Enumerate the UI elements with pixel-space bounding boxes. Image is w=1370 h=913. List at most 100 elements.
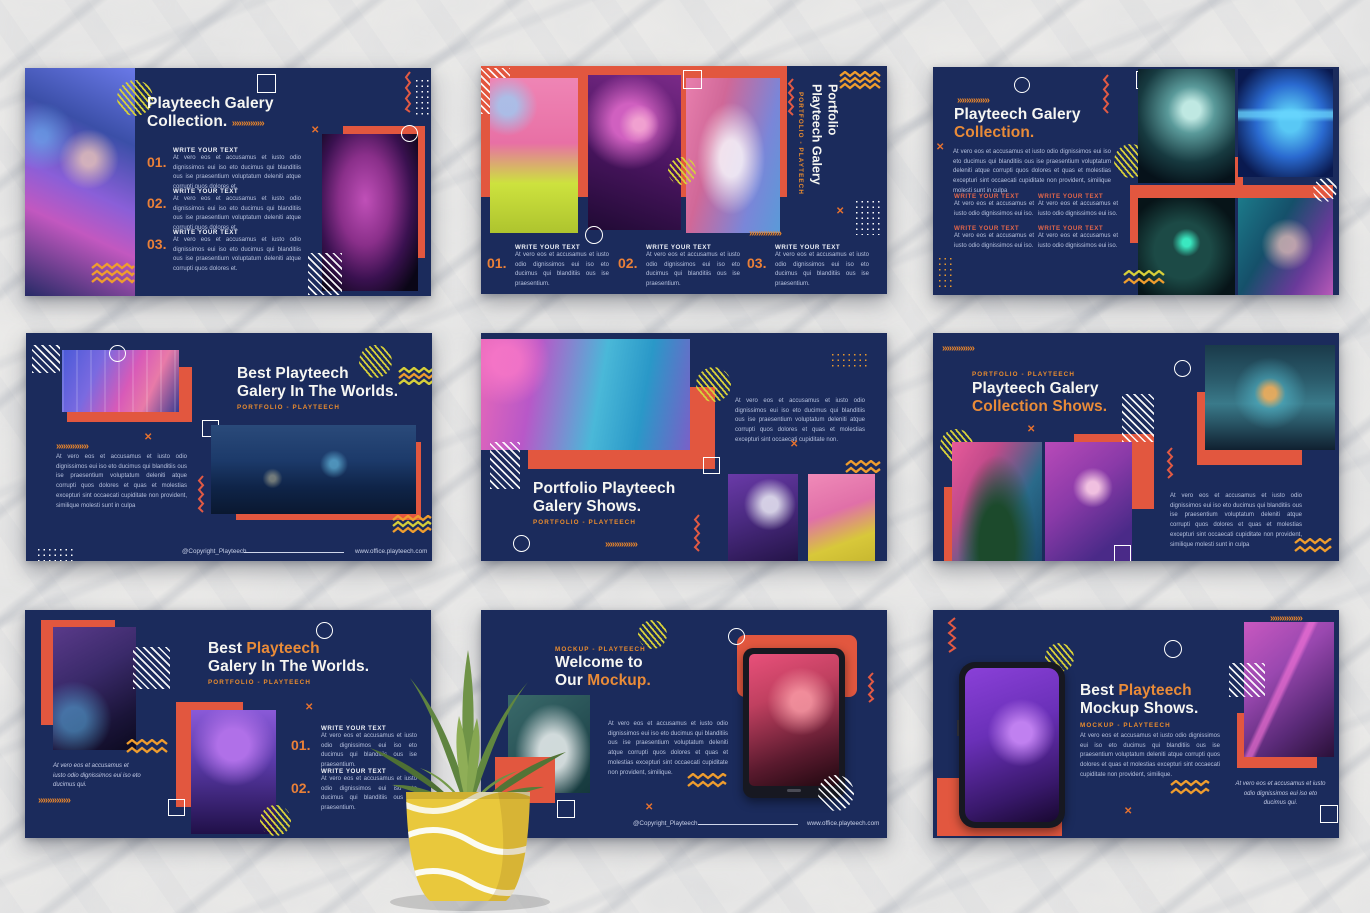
zigzag-vertical-icon xyxy=(867,672,876,703)
dot-grid-decoration xyxy=(937,256,952,290)
photo-woman-purple-light xyxy=(1238,198,1333,295)
slide-title: Playteech Galery Collection. xyxy=(954,106,1081,141)
item-heading: WRITE YOUR TEXT xyxy=(775,244,869,251)
title-line-1: Playteech Galery xyxy=(954,106,1081,124)
photo-subway-tunnel xyxy=(1205,345,1335,450)
chevron-arrows-icon: »»»»»»» xyxy=(749,229,781,239)
item-number: 02. xyxy=(291,780,310,796)
slide-9-best-mockup-shows: Best Playteech Mockup Shows. MOCKUP - PL… xyxy=(933,610,1339,838)
zigzag-lines-icon xyxy=(91,262,135,284)
phone-mockup xyxy=(959,662,1065,828)
footer-divider-line xyxy=(698,824,798,825)
x-mark-icon: ✕ xyxy=(305,703,313,713)
zigzag-vertical-icon xyxy=(692,514,702,552)
striped-circle-decoration xyxy=(668,157,696,185)
slide-title: Playteech Galery Collection. »»»»»»» xyxy=(147,95,274,130)
circle-outline-decoration xyxy=(585,226,603,244)
slide-subtitle: MOCKUP - PLAYTEECH xyxy=(1080,722,1171,729)
footer-website: www.office.playteech.com xyxy=(355,548,427,555)
circle-outline-decoration xyxy=(1164,640,1182,658)
slide-subtitle: PORTFOLIO - PLAYTEECH xyxy=(237,404,340,411)
photo-blue-smoke-body xyxy=(1238,69,1333,177)
title-line-1-orange: Playteech xyxy=(246,640,319,657)
footer-copyright: @Copyright_Playteech xyxy=(633,820,698,827)
vertical-subtitle: PORTFOLIO - PLAYTEECH xyxy=(797,92,804,232)
item-heading: WRITE YOUR TEXT xyxy=(954,225,1034,232)
zigzag-lines-icon xyxy=(392,515,432,533)
title-line-2: Galery Shows. xyxy=(533,498,675,516)
x-mark-icon: ✕ xyxy=(790,440,798,450)
item-number: 01. xyxy=(487,255,506,271)
zigzag-lines-icon xyxy=(845,460,881,473)
x-mark-icon: ✕ xyxy=(311,126,319,136)
vertical-title-line-1: Portfolio xyxy=(824,84,840,259)
red-cross-bar-horizontal xyxy=(1130,185,1333,198)
circle-outline-decoration xyxy=(109,345,126,362)
square-outline-decoration xyxy=(257,74,276,93)
circle-outline-decoration xyxy=(1014,77,1030,93)
chevron-arrows-icon: »»»»»»» xyxy=(605,540,637,550)
square-outline-decoration xyxy=(1320,805,1338,823)
chevron-arrows-icon: »»»»»»» xyxy=(56,442,88,452)
tablet-screen-photo-red-light xyxy=(749,654,839,786)
item-body: At vero eos et accusamus et iusto odio d… xyxy=(1038,200,1118,219)
striped-circle-decoration xyxy=(359,345,392,378)
slide-title: Best Playteech Mockup Shows. xyxy=(1080,682,1198,717)
circle-outline-decoration xyxy=(1174,360,1191,377)
zigzag-vertical-icon xyxy=(945,617,959,653)
footer-website: www.office.playteech.com xyxy=(807,820,879,827)
slide-subtitle: PORTFOLIO - PLAYTEECH xyxy=(533,519,636,526)
item-body: At vero eos et accusamus et iusto odio d… xyxy=(954,232,1034,251)
grid-item-3: WRITE YOUR TEXT At vero eos et accusamus… xyxy=(954,225,1034,251)
intro-paragraph: At vero eos et accusamus et iusto odio d… xyxy=(56,453,187,511)
caption-text: At vero eos et accusamus et iusto odio d… xyxy=(1234,780,1327,809)
white-stripes-decoration xyxy=(1122,394,1154,442)
photo-dark-figure-purple xyxy=(53,627,136,750)
slide-6-collection-shows: »»»»»»» PORTFOLIO - PLAYTEECH Playteech … xyxy=(933,333,1339,561)
item-body: At vero eos et accusamus et iusto odio d… xyxy=(954,200,1034,219)
item-number: 02. xyxy=(618,255,637,271)
title-line-1: Playteech Galery xyxy=(147,95,274,113)
striped-circle-decoration xyxy=(696,367,731,402)
photo-person-yellow-jacket xyxy=(808,474,875,561)
title-line-2: Collection. xyxy=(954,124,1081,142)
item-number: 01. xyxy=(291,737,310,753)
photo-city-skyline-night xyxy=(211,425,416,514)
grid-item-1: WRITE YOUR TEXT At vero eos et accusamus… xyxy=(954,193,1034,219)
item-number: 01. xyxy=(147,154,166,170)
zigzag-vertical-icon xyxy=(196,475,206,513)
item-heading: WRITE YOUR TEXT xyxy=(646,244,740,251)
circle-outline-decoration xyxy=(728,628,745,645)
item-body: At vero eos et accusamus et iusto odio d… xyxy=(1038,232,1118,251)
grid-item-4: WRITE YOUR TEXT At vero eos et accusamus… xyxy=(1038,225,1118,251)
title-line-1-orange: Playteech xyxy=(1118,682,1191,699)
title-line-1-white: Best xyxy=(1080,682,1114,699)
title-line-1: Portfolio Playteech xyxy=(533,480,675,498)
circle-outline-decoration xyxy=(316,622,333,639)
caption-text: At vero eos et accusamus et iusto odio d… xyxy=(53,762,143,791)
slide-4-best-gallery-worlds: Best Playteech Galery In The Worlds. POR… xyxy=(26,333,432,561)
title-line-2: Collection. xyxy=(147,113,227,130)
intro-paragraph: At vero eos et accusamus et iusto odio d… xyxy=(735,397,865,446)
white-stripes-decoration xyxy=(133,647,170,689)
item-heading: WRITE YOUR TEXT xyxy=(954,193,1034,200)
vertical-title-line-2: Playteech Galery xyxy=(808,84,824,259)
circle-outline-decoration xyxy=(401,125,418,142)
intro-paragraph: At vero eos et accusamus et iusto odio d… xyxy=(608,720,728,778)
footer-divider-line xyxy=(244,552,344,553)
item-heading: WRITE YOUR TEXT xyxy=(515,244,609,251)
title-line-2: Collection Shows. xyxy=(972,398,1107,416)
photo-man-yellow-jacket xyxy=(490,78,578,233)
slide-title: Best Playteech Galery In The Worlds. xyxy=(208,640,369,675)
x-mark-icon: ✕ xyxy=(645,803,653,813)
zigzag-lines-icon xyxy=(1123,270,1165,286)
zigzag-lines-icon xyxy=(126,739,168,755)
item-heading: WRITE YOUR TEXT xyxy=(173,229,301,236)
slide-subtitle: PORTFOLIO - PLAYTEECH xyxy=(208,679,311,686)
zigzag-lines-icon xyxy=(1294,538,1332,555)
title-line-2: Mockup Shows. xyxy=(1080,700,1198,718)
marble-table-surface: Playteech Galery Collection. »»»»»»» 01.… xyxy=(0,0,1370,913)
tablet-home-indicator xyxy=(787,789,801,792)
chevron-arrows-icon: »»»»»»» xyxy=(957,96,989,106)
chevron-arrows-icon: »»»»»»» xyxy=(942,344,974,354)
